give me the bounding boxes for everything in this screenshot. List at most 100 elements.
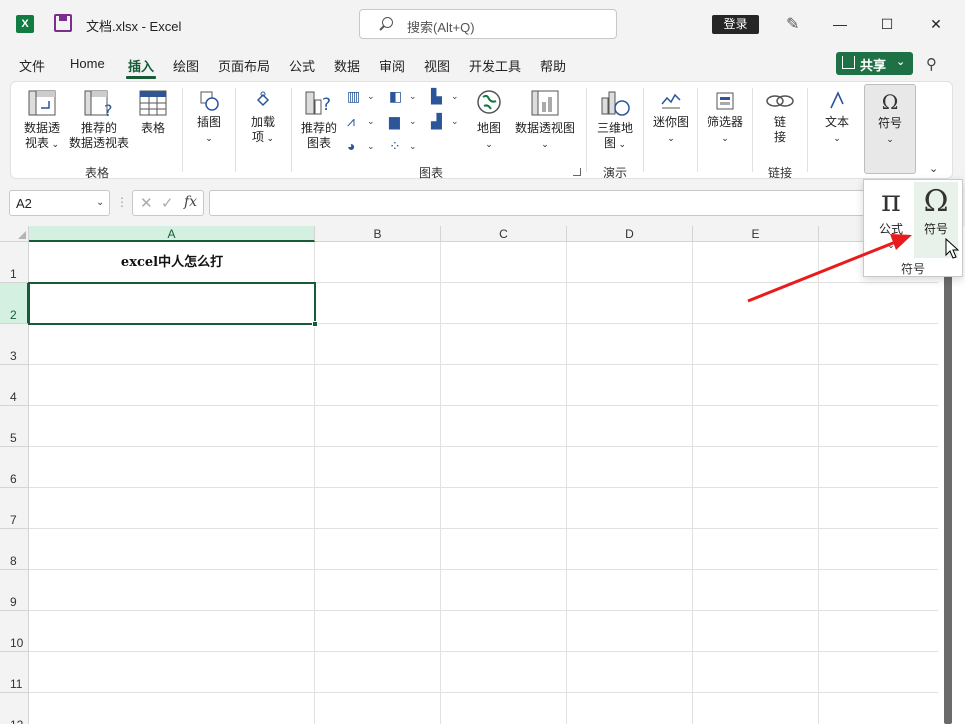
link-label-1: 链: [773, 115, 786, 129]
row-header-8[interactable]: 8: [0, 529, 29, 570]
symbols-button[interactable]: Ω 符号 ⌄: [864, 84, 916, 174]
row-header-4[interactable]: 4: [0, 365, 29, 406]
tab-insert[interactable]: 插入: [125, 56, 157, 79]
row-header-11[interactable]: 11: [0, 652, 29, 693]
ribbon-separator: [807, 88, 808, 172]
hierarchy-chart-icon[interactable]: ◧: [389, 88, 407, 104]
login-button[interactable]: 登录: [712, 15, 759, 34]
spreadsheet-grid[interactable]: A B C D E 1 2 3 4 5 6 7 8 9 10 11 12 exc…: [0, 226, 938, 724]
row-header-6[interactable]: 6: [0, 447, 29, 488]
share-icon: [842, 56, 855, 69]
fill-handle[interactable]: [312, 321, 318, 327]
equation-label: 公式: [878, 222, 903, 236]
maximize-button[interactable]: ☐: [875, 12, 899, 36]
selected-cell-a2[interactable]: [28, 282, 318, 327]
search-placeholder: 搜索(Alt+Q): [407, 20, 475, 35]
ribbon-separator: [697, 88, 698, 172]
3d-map-label-2: 图: [603, 136, 616, 150]
row-header-7[interactable]: 7: [0, 488, 29, 529]
illustrations-button[interactable]: 插图 ⌄: [191, 90, 227, 146]
chevron-down-icon: ⌄: [409, 141, 417, 151]
addins-icon: [256, 91, 270, 107]
select-all-corner[interactable]: [0, 226, 29, 242]
tab-file[interactable]: 文件: [19, 56, 45, 75]
enter-icon[interactable]: ✓: [161, 194, 174, 212]
minimize-button[interactable]: —: [828, 12, 852, 36]
sparklines-button[interactable]: 迷你图 ⌄: [649, 90, 693, 146]
recommended-pivot-button[interactable]: ? 推荐的 数据透视表: [67, 88, 131, 151]
tab-page-layout[interactable]: 页面布局: [218, 56, 270, 75]
chevron-down-icon: ⌄: [451, 91, 459, 101]
equation-button[interactable]: π 公式 ⌄: [869, 182, 913, 258]
pen-icon[interactable]: ✎: [786, 14, 802, 34]
column-header-e[interactable]: E: [693, 226, 819, 242]
statistic-chart-icon[interactable]: ▆: [389, 113, 407, 129]
row-header-12[interactable]: 12: [0, 693, 29, 724]
grid-line: [29, 651, 938, 652]
row-header-10[interactable]: 10: [0, 611, 29, 652]
column-header-a[interactable]: A: [29, 226, 315, 242]
grid-line: [29, 405, 938, 406]
text-button[interactable]: 文本 ⌄: [815, 90, 859, 146]
close-button[interactable]: ✕: [924, 12, 948, 36]
name-box[interactable]: A2 ⌄: [9, 190, 110, 216]
row-header-9[interactable]: 9: [0, 570, 29, 611]
row-header-5[interactable]: 5: [0, 406, 29, 447]
scatter-chart-icon[interactable]: ⁘: [389, 138, 407, 154]
cancel-icon[interactable]: ✕: [140, 194, 153, 212]
chevron-down-icon: ⌄: [451, 116, 459, 126]
name-box-value: A2: [16, 196, 32, 211]
tab-formulas[interactable]: 公式: [289, 56, 315, 75]
column-chart-icon[interactable]: ▥: [347, 88, 365, 104]
tab-data[interactable]: 数据: [334, 56, 360, 75]
pie-chart-icon[interactable]: ◕: [347, 138, 365, 154]
table-button[interactable]: 表格: [135, 88, 171, 136]
dialog-launcher-icon[interactable]: [573, 168, 581, 176]
vertical-scrollbar[interactable]: [938, 226, 965, 724]
row-header-2[interactable]: 2: [0, 283, 29, 324]
formula-input[interactable]: [209, 190, 939, 216]
ribbon-options-chevron-icon[interactable]: ⌄: [929, 162, 938, 175]
3d-map-button[interactable]: 三维地 图 ⌄: [593, 88, 637, 152]
sparklines-label: 迷你图: [652, 115, 689, 129]
ribbon-separator: [752, 88, 753, 172]
comment-icon[interactable]: ⚲: [926, 55, 946, 73]
search-box[interactable]: 搜索(Alt+Q): [359, 9, 617, 39]
cell-a1[interactable]: excel中人怎么打: [29, 242, 315, 283]
waterfall-chart-icon[interactable]: ▙: [431, 88, 449, 104]
addins-label-1: 加载: [250, 115, 275, 129]
scrollbar-thumb[interactable]: [944, 276, 952, 724]
title-bar: X 文档.xlsx - Excel 搜索(Alt+Q) 登录 ✎ — ☐ ✕: [0, 0, 965, 48]
combo-chart-icon[interactable]: ▟: [431, 113, 449, 129]
ribbon-separator: [291, 88, 292, 172]
svg-text:?: ?: [104, 101, 113, 118]
save-icon[interactable]: [54, 14, 72, 32]
pivot-chart-button[interactable]: 数据透视图 ⌄: [511, 88, 579, 152]
tab-view[interactable]: 视图: [424, 56, 450, 75]
tab-help[interactable]: 帮助: [540, 56, 566, 75]
sparklines-icon: [661, 93, 681, 109]
recommended-charts-button[interactable]: ? 推荐的 图表: [299, 88, 339, 151]
tab-home[interactable]: Home: [70, 56, 105, 71]
addins-button[interactable]: 加载 项 ⌄: [245, 90, 281, 146]
column-header-d[interactable]: D: [567, 226, 693, 242]
line-chart-icon[interactable]: ⩘: [347, 113, 365, 129]
row-header-3[interactable]: 3: [0, 324, 29, 365]
chevron-down-icon: ⌄: [896, 56, 906, 68]
text-icon: [830, 91, 844, 109]
column-header-c[interactable]: C: [441, 226, 567, 242]
recommended-charts-label-2: 图表: [306, 136, 331, 150]
grid-line: [29, 569, 938, 570]
share-button[interactable]: 共享 ⌄: [836, 52, 913, 75]
tab-review[interactable]: 审阅: [379, 56, 405, 75]
filters-button[interactable]: 筛选器 ⌄: [703, 90, 747, 146]
3d-map-icon: [601, 91, 630, 116]
row-header-1[interactable]: 1: [0, 242, 29, 283]
column-header-b[interactable]: B: [315, 226, 441, 242]
link-button[interactable]: 链 接: [761, 90, 799, 145]
tab-developer[interactable]: 开发工具: [469, 56, 521, 75]
tab-draw[interactable]: 绘图: [173, 56, 199, 75]
map-chart-button[interactable]: 地图 ⌄: [471, 88, 507, 152]
insert-function-icon[interactable]: fx: [184, 194, 197, 210]
pivot-table-button[interactable]: 数据透 视表 ⌄: [21, 88, 63, 152]
